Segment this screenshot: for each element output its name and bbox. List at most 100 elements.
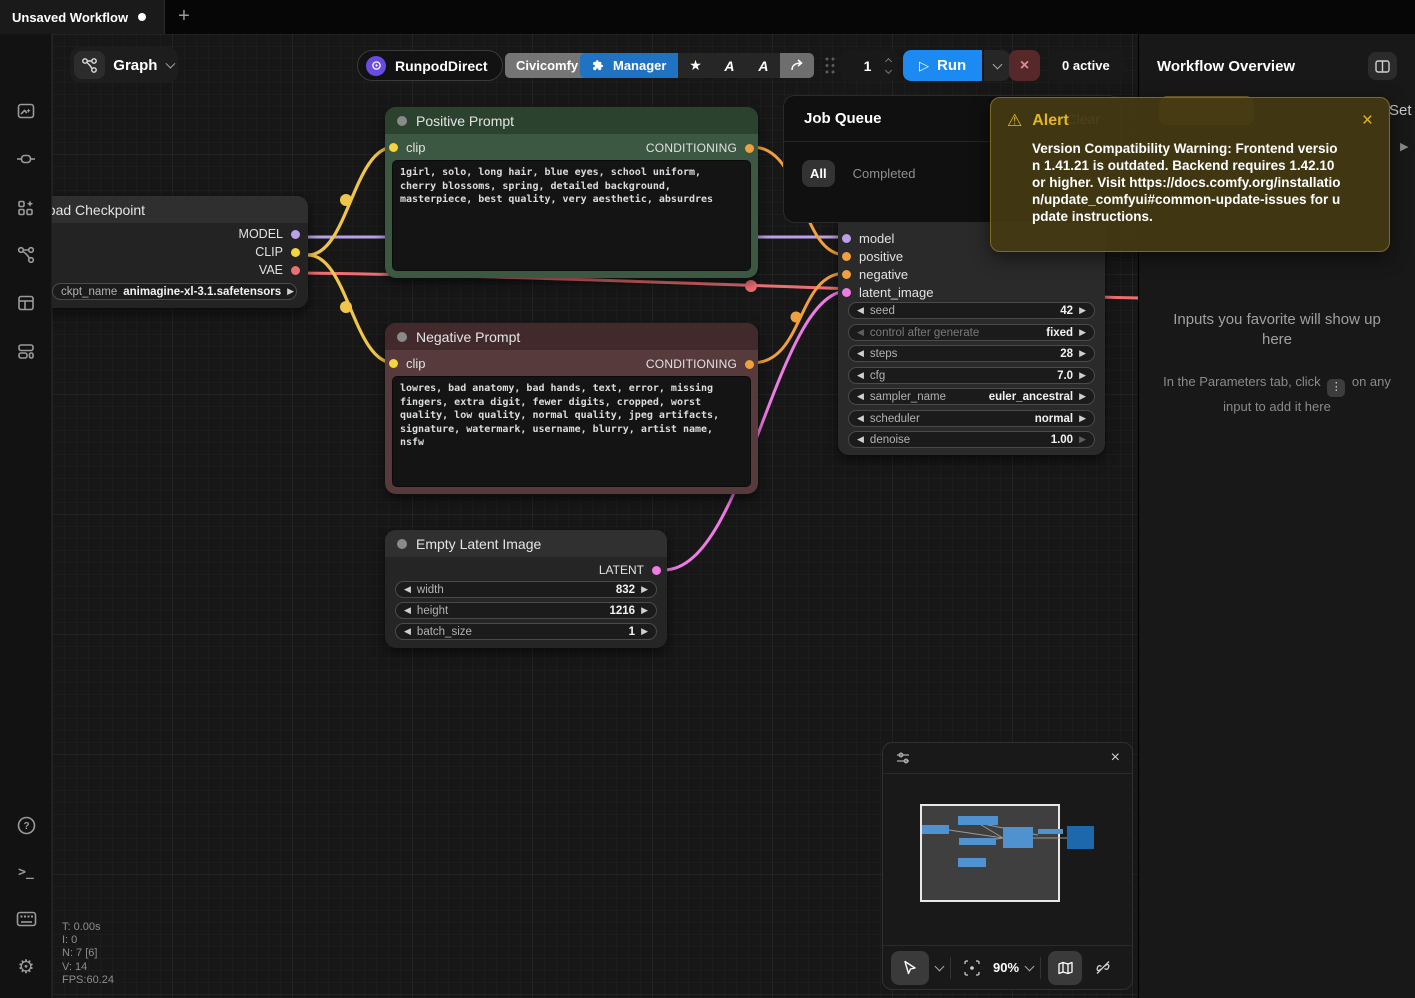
widget-sampler-name[interactable]: ◀sampler_name euler_ancestral▶ [848,388,1095,405]
toolbar-drag-handle[interactable] [823,56,837,75]
pointer-tool-button[interactable] [891,951,929,985]
kebab-menu-icon: ⋮ [1327,379,1345,397]
new-workflow-button[interactable]: + [172,5,196,29]
panel-toggle-icon[interactable] [1368,52,1397,80]
keyboard-shortcuts-icon[interactable] [13,906,39,932]
output-clip[interactable]: CLIP [255,245,300,259]
workflows-icon[interactable] [13,242,39,268]
job-queue-tab-completed[interactable]: Completed [853,166,916,181]
node-header[interactable]: Empty Latent Image [385,530,667,557]
queue-gallery-icon[interactable] [13,98,39,124]
minimap-toggle-button[interactable] [1048,951,1082,985]
widget-cfg[interactable]: ◀cfg 7.0▶ [848,367,1095,384]
widget-denoise[interactable]: ◀denoise 1.00▶ [848,431,1095,448]
zoom-dropdown-icon[interactable] [1025,961,1035,971]
node-empty-latent[interactable]: Empty Latent Image LATENT ◀width 832▶ ◀h… [385,530,667,648]
input-clip[interactable]: clip [389,356,426,371]
minimap-node [958,816,998,825]
civicomfy-button[interactable]: Civicomfy [505,53,589,78]
input-negative[interactable]: negative [842,267,908,282]
favorites-star-icon[interactable]: ★ [678,53,712,78]
workflow-tab[interactable]: Unsaved Workflow [0,0,165,34]
prompt-textarea[interactable]: 1girl, solo, long hair, blue eyes, schoo… [392,160,751,271]
widget-next-arrow[interactable]: ▶ [287,287,294,296]
widget-width[interactable]: ◀width 832▶ [395,581,657,598]
workflow-tabbar: Unsaved Workflow + [0,0,1415,34]
terminal-icon[interactable]: >_ [13,859,39,885]
slot-dot-model[interactable] [291,230,300,239]
widget-height[interactable]: ◀height 1216▶ [395,602,657,619]
a-badge-icon[interactable]: A [712,53,746,78]
perf-stats: T: 0.00sI: 0N: 7 [6] V: 14FPS:60.24 [62,921,114,987]
stepper-down-icon[interactable] [885,66,892,73]
slot-dot-model[interactable] [842,234,851,243]
node-header[interactable]: Positive Prompt [385,107,758,134]
batch-count-input[interactable]: 1 [841,50,897,81]
slot-dot-negative[interactable] [842,270,851,279]
minimap-close-icon[interactable]: × [1111,750,1120,766]
manager-button[interactable]: Manager [580,53,678,78]
slot-dot-positive[interactable] [842,252,851,261]
slot-dot-conditioning[interactable] [745,360,754,369]
minimap-node [958,858,986,867]
node-header[interactable]: Load Checkpoint [28,196,308,223]
widget-scheduler[interactable]: ◀scheduler normal▶ [848,410,1095,427]
input-model[interactable]: model [842,231,894,246]
active-jobs-button[interactable]: 0 active [1048,50,1124,81]
alert-close-icon[interactable]: × [1362,111,1373,130]
settings-gear-icon[interactable]: ⚙ [13,954,39,980]
minimap-node [1003,827,1033,848]
node-positive-prompt[interactable]: Positive Prompt clip CONDITIONING 1girl,… [385,107,758,278]
prompt-textarea[interactable]: lowres, bad anatomy, bad hands, text, er… [392,376,751,487]
layout-panel-icon[interactable] [13,290,39,316]
run-button[interactable]: ▷ Run [903,50,982,81]
node-load-checkpoint[interactable]: Load Checkpoint MODEL CLIP VAE ckpt_name… [28,196,308,308]
slot-dot-clip[interactable] [389,359,398,368]
node-header[interactable]: Negative Prompt [385,323,758,350]
help-icon[interactable]: ? [13,812,39,838]
node-negative-prompt[interactable]: Negative Prompt clip CONDITIONING lowres… [385,323,758,494]
toggle-links-icon[interactable] [1089,953,1117,983]
pointer-tool-dropdown-icon[interactable] [935,961,945,971]
job-queue-tab-all[interactable]: All [802,160,835,187]
widget-control-after-generate[interactable]: ◀control after generate fixed▶ [848,324,1095,341]
settings-tab-clipped[interactable]: Set [1389,102,1412,119]
zoom-level[interactable]: 90% [993,960,1019,975]
output-latent[interactable]: LATENT [599,563,661,577]
minimap-view[interactable] [883,774,1132,944]
section-expand-arrow[interactable]: ▶ [1400,140,1408,153]
output-model[interactable]: MODEL [239,227,300,241]
runpod-direct-button[interactable]: RunpodDirect [357,50,503,81]
slot-dot-conditioning[interactable] [745,144,754,153]
a-badge-alt-icon[interactable]: A [746,53,780,78]
slot-dot-clip[interactable] [291,248,300,257]
widget-ckpt-name[interactable]: ckpt_name animagine-xl-3.1.safetensors ▶ [52,283,297,300]
widget-steps[interactable]: ◀steps 28▶ [848,345,1095,362]
output-conditioning[interactable]: CONDITIONING [646,141,754,155]
widget-batch-size[interactable]: ◀batch_size 1▶ [395,623,657,640]
input-positive[interactable]: positive [842,249,903,264]
slot-dot-clip[interactable] [389,143,398,152]
stepper-up-icon[interactable] [885,57,892,64]
slot-dot-vae[interactable] [291,266,300,275]
run-options-button[interactable] [984,50,1010,81]
cancel-run-button[interactable]: × [1009,50,1040,81]
fit-view-icon[interactable] [958,953,986,983]
slot-dot-latent[interactable] [842,288,851,297]
workflow-tab-title: Unsaved Workflow [12,10,128,25]
input-clip[interactable]: clip [389,140,426,155]
slot-dot-latent[interactable] [652,566,661,575]
share-icon[interactable] [780,53,814,78]
node-title: Negative Prompt [416,329,520,345]
input-latent-image[interactable]: latent_image [842,285,933,300]
graph-selector[interactable]: Graph [70,47,178,83]
output-vae[interactable]: VAE [259,263,300,277]
node-library-icon[interactable] [13,146,39,172]
output-conditioning[interactable]: CONDITIONING [646,357,754,371]
collapse-dot[interactable] [397,332,407,342]
collapse-dot[interactable] [397,116,407,126]
widget-seed[interactable]: ◀seed 42▶ [848,302,1095,319]
templates-icon[interactable] [13,338,39,364]
collapse-dot[interactable] [397,539,407,549]
model-library-icon[interactable] [13,195,39,221]
